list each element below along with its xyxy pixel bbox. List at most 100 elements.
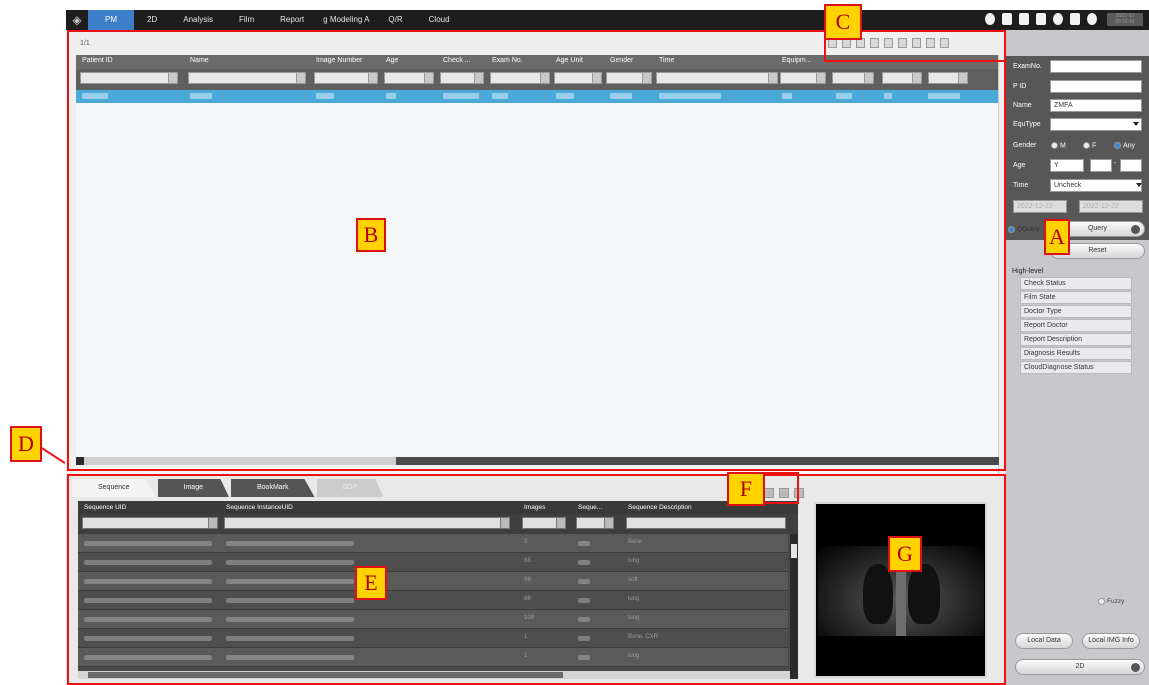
scroll-thumb[interactable] <box>791 544 797 558</box>
filter-film-state[interactable]: Film State <box>1020 291 1132 304</box>
chevron-down-icon[interactable] <box>1133 122 1139 126</box>
scroll-thumb[interactable] <box>88 672 563 678</box>
chevron-down-icon[interactable] <box>424 73 433 83</box>
cloud-icon[interactable] <box>985 13 995 25</box>
col-equipment[interactable]: Equipm... <box>782 57 812 64</box>
table-row[interactable]: 1 lung <box>78 648 788 667</box>
copy-icon[interactable] <box>779 488 789 498</box>
tab-sequence[interactable]: Sequence <box>72 479 156 497</box>
col-sequence-uid[interactable]: Sequence UID <box>84 504 126 511</box>
chevron-down-icon[interactable] <box>1136 183 1142 187</box>
age-to-input[interactable] <box>1120 159 1142 172</box>
sequence-vertical-scrollbar[interactable] <box>790 534 798 679</box>
filter-sequence[interactable] <box>576 517 614 529</box>
table-row-selected[interactable] <box>76 90 999 103</box>
gear-icon[interactable] <box>1087 13 1097 25</box>
trash-icon[interactable] <box>940 38 949 48</box>
chevron-down-icon[interactable] <box>592 73 601 83</box>
chevron-down-icon[interactable] <box>474 73 483 83</box>
date-to-input[interactable]: 2022-12-22 <box>1079 200 1143 213</box>
gender-radio-m[interactable]: M <box>1051 141 1066 149</box>
col-name[interactable]: Name <box>190 57 209 64</box>
gender-radio-any[interactable]: Any <box>1114 141 1135 149</box>
chevron-down-icon[interactable] <box>168 73 177 83</box>
table-row[interactable]: 88 soft <box>78 572 788 591</box>
table-row[interactable]: 109 lung <box>78 610 788 629</box>
filter-sequence-description[interactable] <box>626 517 786 529</box>
col-images[interactable]: Images <box>524 504 545 511</box>
filter-report-description[interactable]: Report Description <box>1020 333 1132 346</box>
tab-bookmark[interactable]: BookMark <box>231 479 315 497</box>
chevron-down-icon[interactable] <box>208 518 217 528</box>
col-exam-no[interactable]: Exam No. <box>492 57 523 64</box>
chevron-down-icon[interactable] <box>958 73 967 83</box>
export-icon[interactable] <box>764 488 774 498</box>
chevron-down-icon[interactable] <box>864 73 873 83</box>
menu-report[interactable]: Report <box>267 10 317 30</box>
menu-film[interactable]: Film <box>226 10 267 30</box>
tab-image[interactable]: Image <box>157 479 229 497</box>
database-icon[interactable] <box>1070 13 1080 25</box>
filter-patient-id[interactable] <box>80 72 178 84</box>
dropdown-circle-icon[interactable] <box>1131 663 1140 672</box>
gender-radio-f[interactable]: F <box>1083 141 1096 149</box>
name-input[interactable]: ZMFA <box>1050 99 1142 112</box>
filter-age[interactable] <box>384 72 434 84</box>
filter-time[interactable] <box>656 72 778 84</box>
time-select[interactable]: Uncheck <box>1050 179 1142 192</box>
export-icon[interactable] <box>870 38 879 48</box>
col-sequence-description[interactable]: Sequence Description <box>628 504 692 511</box>
col-age-unit[interactable]: Age Unit <box>556 57 583 64</box>
table-row[interactable]: 88 lung <box>78 553 788 572</box>
menu-analysis[interactable]: Analysis <box>170 10 226 30</box>
chevron-down-icon[interactable] <box>500 518 509 528</box>
tab-sop[interactable]: SOP <box>316 479 384 497</box>
filter-exam-no[interactable] <box>490 72 550 84</box>
menu-modeling[interactable]: g Modeling A <box>317 10 375 30</box>
filter-equipment[interactable] <box>780 72 826 84</box>
filter-images[interactable] <box>522 517 566 529</box>
age-unit-select[interactable]: Y <box>1050 159 1084 172</box>
equtype-select[interactable] <box>1050 118 1142 131</box>
save-icon[interactable] <box>912 38 921 48</box>
filter-name[interactable] <box>188 72 306 84</box>
table-row[interactable]: 3 Bone <box>78 534 788 553</box>
col-check[interactable]: Check ... <box>443 57 471 64</box>
col-sequence-instance-uid[interactable]: Sequence InstanceUID <box>226 504 293 511</box>
chevron-down-icon[interactable] <box>642 73 651 83</box>
table-vertical-scrollbar[interactable] <box>998 55 999 485</box>
search-icon[interactable] <box>926 38 935 48</box>
filter-cloud-diagnose-status[interactable]: CloudDiagnose Status <box>1020 361 1132 374</box>
chevron-down-icon[interactable] <box>296 73 305 83</box>
col-age[interactable]: Age <box>386 57 398 64</box>
print-icon[interactable] <box>1002 13 1012 25</box>
filter-col-11[interactable] <box>832 72 874 84</box>
delete-icon[interactable] <box>794 488 804 498</box>
col-sequence[interactable]: Seque... <box>578 504 602 511</box>
filter-sequence-instance-uid[interactable] <box>224 517 510 529</box>
local-img-info-button[interactable]: Local IMG Info <box>1082 633 1140 649</box>
sequence-horizontal-scrollbar[interactable] <box>78 671 790 679</box>
filter-age-unit[interactable] <box>554 72 602 84</box>
col-image-number[interactable]: Image Number <box>316 57 362 64</box>
age-from-input[interactable] <box>1090 159 1112 172</box>
filter-check-status[interactable]: Check Status <box>1020 277 1132 290</box>
filter-check[interactable] <box>440 72 484 84</box>
table-row[interactable]: 1 Bone, CXR <box>78 629 788 648</box>
chevron-down-icon[interactable] <box>540 73 549 83</box>
chevron-down-icon[interactable] <box>912 73 921 83</box>
chevron-down-icon[interactable] <box>816 73 825 83</box>
print-icon[interactable] <box>884 38 893 48</box>
filter-diagnosis-results[interactable]: Diagnosis Results <box>1020 347 1132 360</box>
col-patient-id[interactable]: Patient ID <box>82 57 113 64</box>
chevron-down-icon[interactable] <box>604 518 613 528</box>
filter-doctor-type[interactable]: Doctor Type <box>1020 305 1132 318</box>
qquery-radio[interactable]: QQuery <box>1008 226 1040 233</box>
col-time[interactable]: Time <box>659 57 674 64</box>
examno-input[interactable] <box>1050 60 1142 73</box>
local-data-button[interactable]: Local Data <box>1015 633 1073 649</box>
filter-col-12[interactable] <box>882 72 922 84</box>
menu-pm[interactable]: PM <box>88 10 134 30</box>
image-preview[interactable] <box>814 502 987 678</box>
printer-icon[interactable] <box>1019 13 1029 25</box>
